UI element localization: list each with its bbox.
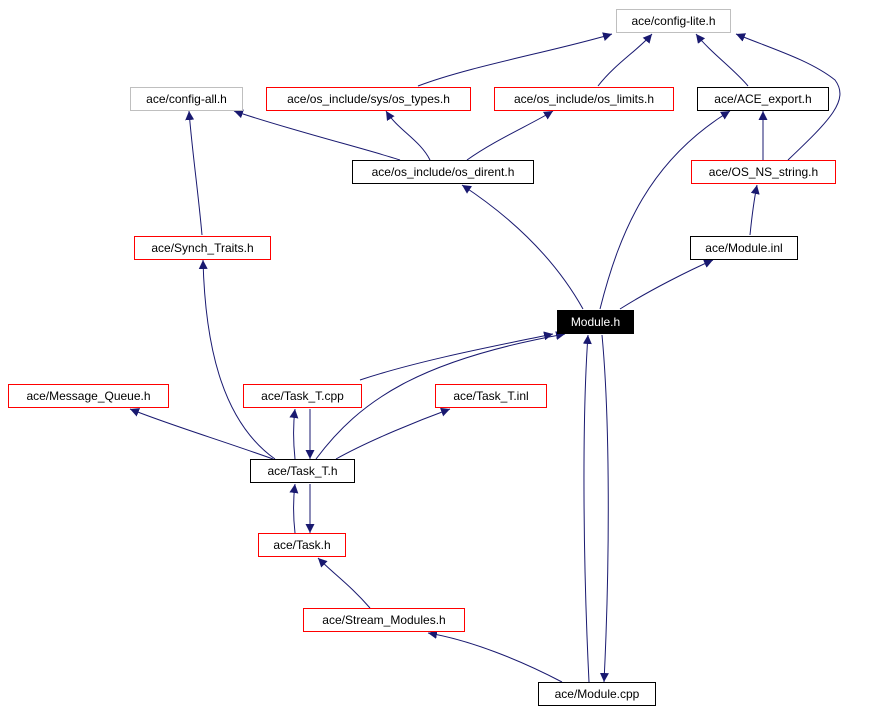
edge-task-t-h-task-t-cpp	[289, 408, 299, 460]
node-task-t-cpp[interactable]: ace/Task_T.cpp	[243, 384, 362, 408]
edge-module-h-module-cpp	[599, 334, 609, 683]
node-synch-traits[interactable]: ace/Synch_Traits.h	[134, 236, 271, 260]
node-stream-modules[interactable]: ace/Stream_Modules.h	[303, 608, 465, 632]
node-ace-export[interactable]: ace/ACE_export.h	[697, 87, 829, 111]
edge-os-dirent-config-all	[233, 109, 401, 161]
node-module-h[interactable]: Module.h	[557, 310, 634, 334]
edge-os-types-config-lite	[417, 32, 613, 87]
edge-module-h-module-inl	[619, 259, 714, 310]
node-task-t-h[interactable]: ace/Task_T.h	[250, 459, 355, 483]
edge-module-cpp-module-h	[582, 334, 592, 683]
node-config-all[interactable]: ace/config-all.h	[130, 87, 243, 111]
edge-os-dirent-os-limits	[466, 110, 554, 161]
node-module-cpp[interactable]: ace/Module.cpp	[538, 682, 656, 706]
edge-os-dirent-os-types	[385, 110, 431, 161]
node-message-queue[interactable]: ace/Message_Queue.h	[8, 384, 169, 408]
edge-module-h-ace-export	[599, 110, 731, 310]
node-task-t-inl[interactable]: ace/Task_T.inl	[435, 384, 547, 408]
edge-module-h-os-dirent	[461, 184, 584, 310]
node-os-ns-string[interactable]: ace/OS_NS_string.h	[691, 160, 836, 184]
edge-ace-export-config-lite	[695, 33, 749, 87]
edge-task-t-h-message-queue	[129, 408, 274, 460]
node-task-h[interactable]: ace/Task.h	[258, 533, 346, 557]
edge-synch-traits-config-all	[185, 110, 203, 236]
edge-task-t-h-task-t-inl	[335, 407, 451, 460]
node-os-types[interactable]: ace/os_include/sys/os_types.h	[266, 87, 471, 111]
edge-task-t-cpp-module-h	[359, 331, 554, 381]
edge-task-h-task-t-h	[289, 483, 299, 534]
edge-os-limits-config-lite	[597, 33, 653, 87]
edge-stream-modules-task-h	[317, 557, 371, 609]
node-module-inl[interactable]: ace/Module.inl	[690, 236, 798, 260]
edge-task-t-h-synch-traits	[198, 259, 276, 460]
node-os-dirent[interactable]: ace/os_include/os_dirent.h	[352, 160, 534, 184]
node-config-lite[interactable]: ace/config-lite.h	[616, 9, 731, 33]
edge-module-cpp-stream-modules	[427, 630, 563, 683]
edge-module-inl-os-ns-string	[749, 184, 760, 236]
node-os-limits[interactable]: ace/os_include/os_limits.h	[494, 87, 674, 111]
